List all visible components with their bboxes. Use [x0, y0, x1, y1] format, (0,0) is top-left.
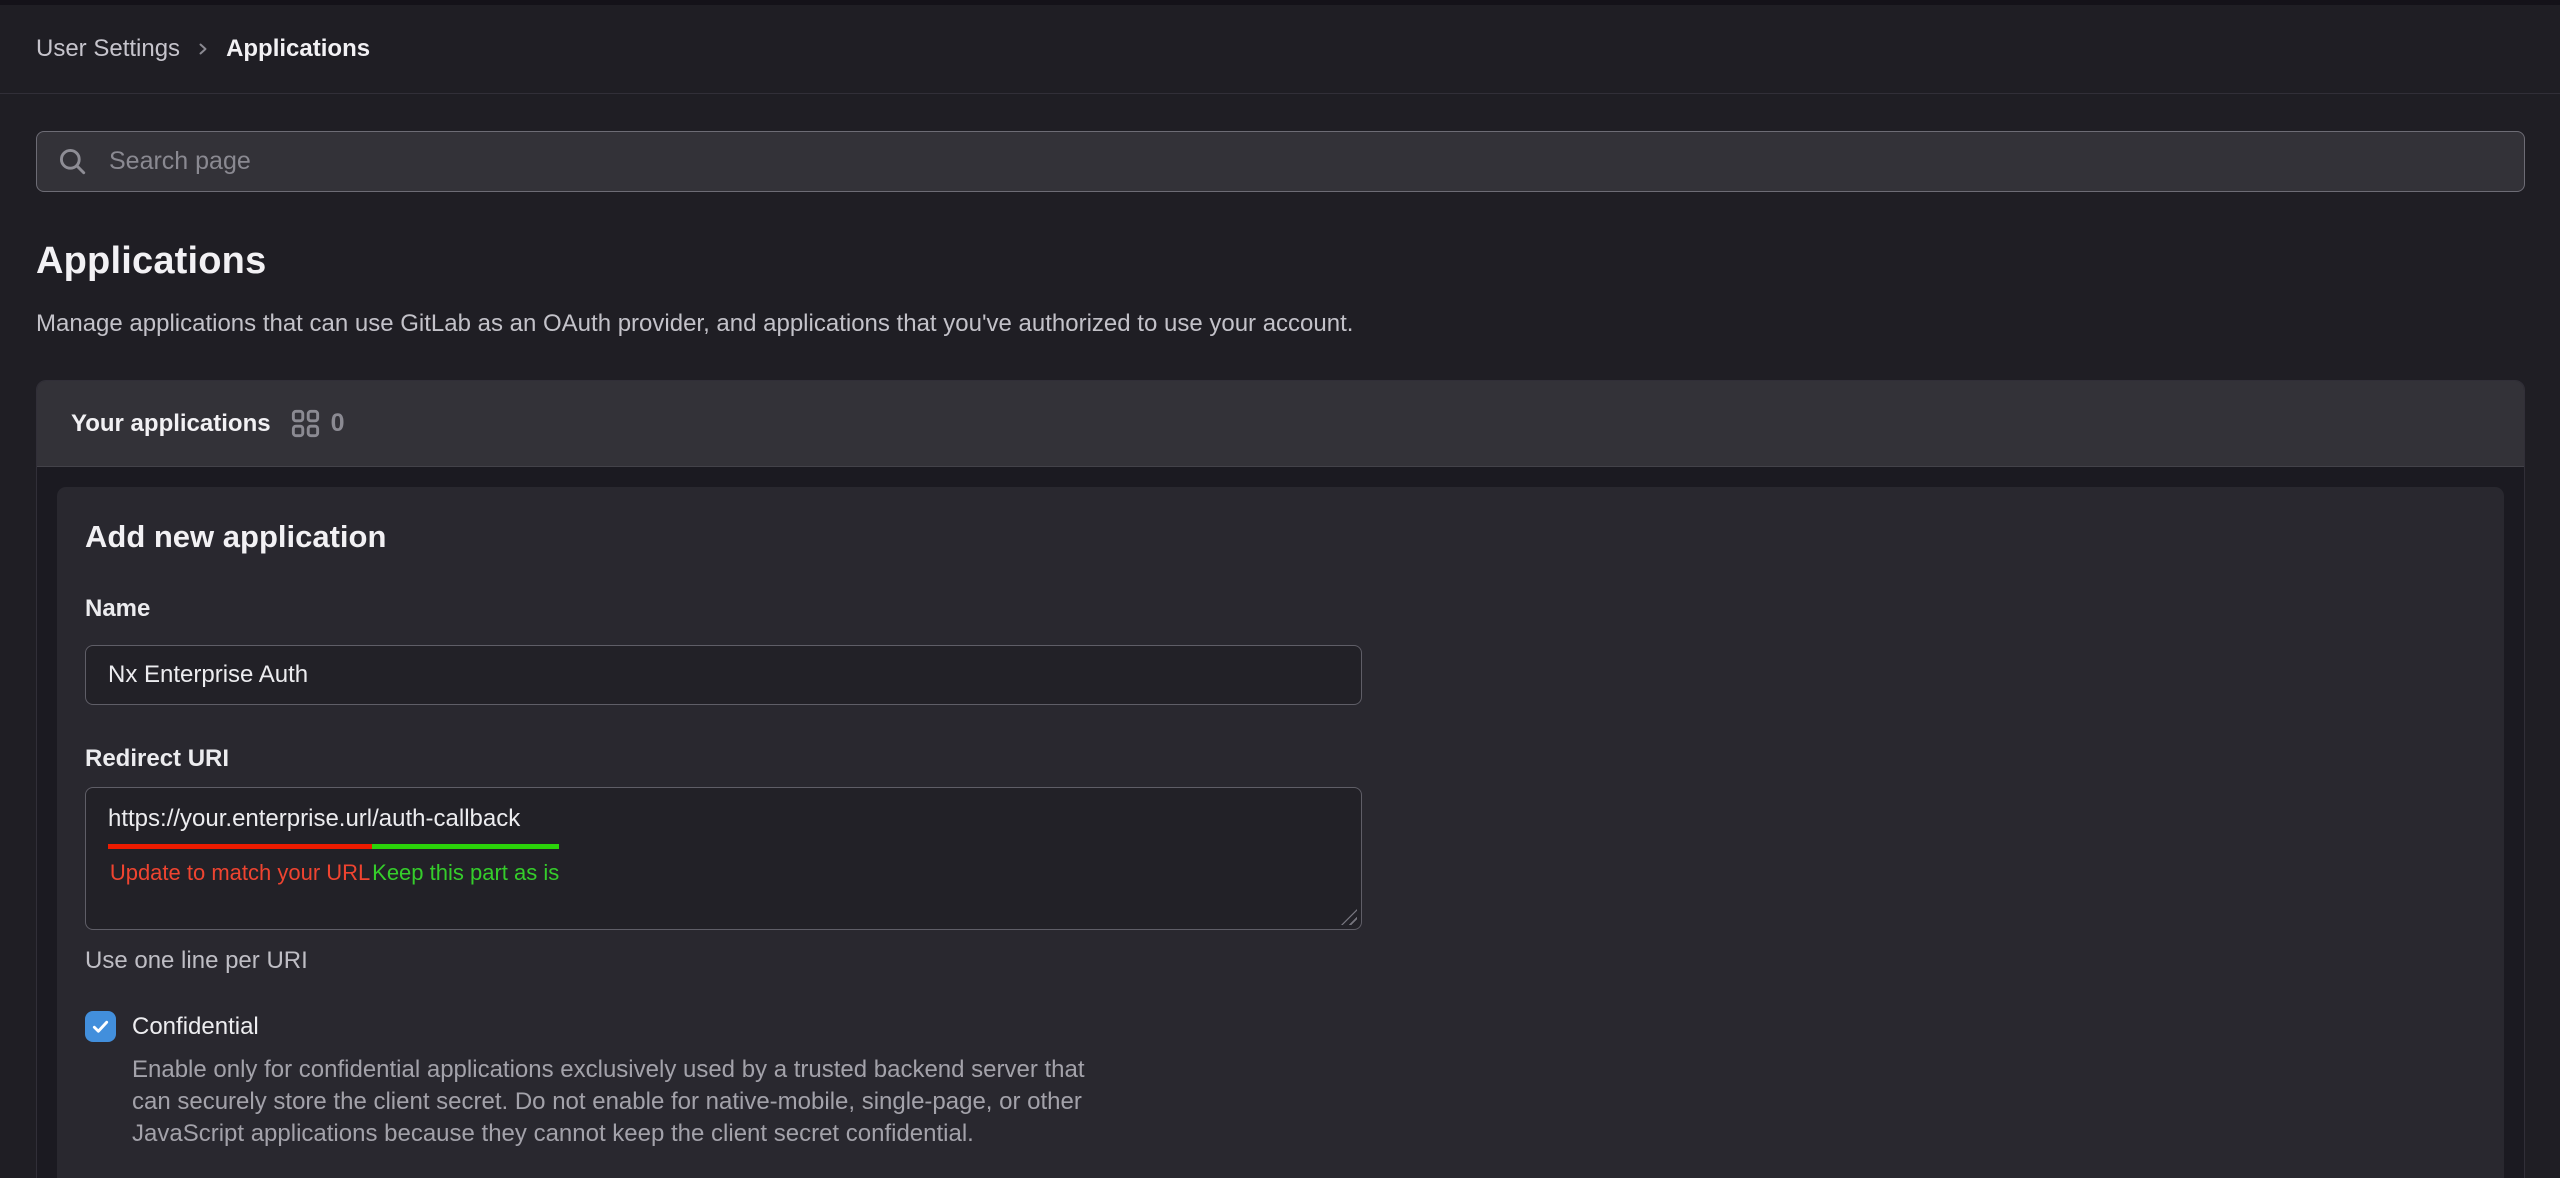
- redirect-uri-value: https://your.enterprise.url /auth-callba…: [108, 805, 559, 886]
- redirect-uri-host-part: https://your.enterprise.url: [108, 805, 372, 849]
- breadcrumb-current-page: Applications: [226, 35, 370, 63]
- confidential-checkbox[interactable]: [85, 1011, 116, 1042]
- applications-count-badge: 0: [331, 409, 345, 438]
- name-field-label: Name: [85, 595, 2476, 623]
- confidential-help-line: JavaScript applications because they can…: [132, 1118, 2476, 1150]
- search-icon: [58, 147, 87, 176]
- search-input[interactable]: [36, 131, 2525, 192]
- page-title: Applications: [36, 240, 2524, 283]
- redirect-uri-textarea[interactable]: https://your.enterprise.url /auth-callba…: [85, 787, 1362, 930]
- redirect-uri-hint: Use one line per URI: [85, 947, 2476, 975]
- textarea-resize-grip-icon[interactable]: [1341, 909, 1357, 925]
- annotation-update-url: Update to match your URL: [108, 860, 372, 886]
- confidential-help-line: can securely store the client secret. Do…: [132, 1086, 2476, 1118]
- annotation-keep-part: Keep this part as is: [372, 860, 559, 886]
- chevron-right-icon: [195, 41, 211, 57]
- your-applications-panel: Your applications 0 Add new application …: [36, 380, 2525, 1178]
- your-applications-panel-header: Your applications 0: [37, 381, 2524, 467]
- confidential-help-line: Enable only for confidential application…: [132, 1054, 2476, 1086]
- confidential-label[interactable]: Confidential: [132, 1013, 259, 1041]
- page-description: Manage applications that can use GitLab …: [36, 310, 2524, 338]
- applications-grid-icon: [291, 409, 320, 438]
- redirect-uri-callback-part: /auth-callback: [372, 805, 559, 849]
- page-header: User Settings Applications: [0, 5, 2560, 94]
- panel-title: Your applications: [71, 410, 271, 438]
- redirect-uri-field-label: Redirect URI: [85, 745, 2476, 773]
- checkmark-icon: [91, 1017, 110, 1036]
- card-title: Add new application: [85, 519, 2476, 555]
- add-new-application-card: Add new application Name Redirect URI ht…: [57, 487, 2504, 1178]
- page-search: [36, 131, 2525, 192]
- application-name-input[interactable]: [85, 645, 1362, 705]
- confidential-help-text: Enable only for confidential application…: [132, 1054, 2476, 1150]
- breadcrumb-user-settings-link[interactable]: User Settings: [36, 35, 180, 63]
- breadcrumb: User Settings Applications: [36, 35, 370, 63]
